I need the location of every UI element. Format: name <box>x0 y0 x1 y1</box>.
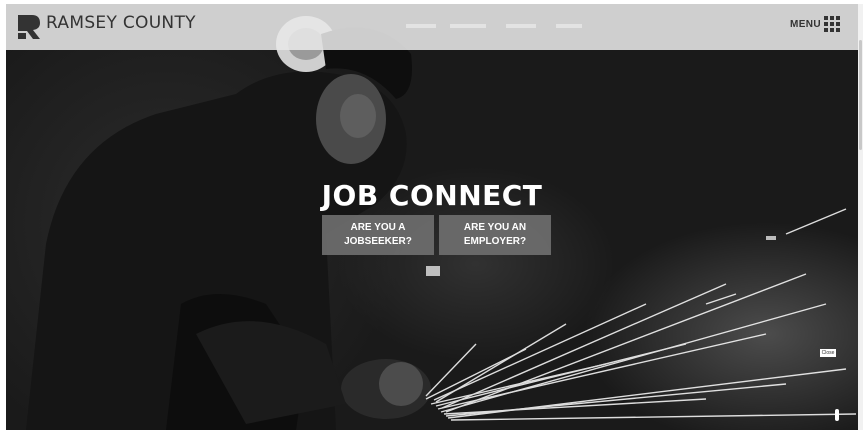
jobseeker-button[interactable]: ARE YOU A JOBSEEKER? <box>322 215 434 255</box>
jobseeker-button-line2: JOBSEEKER? <box>344 236 412 247</box>
employer-button-line1: ARE YOU AN <box>463 222 527 233</box>
page-viewport: RAMSEY COUNTY MENU JOB CONNECT ARE YOU A… <box>6 4 858 430</box>
brand-name[interactable]: RAMSEY COUNTY <box>46 13 196 33</box>
jobseeker-button-line1: ARE YOU A <box>350 222 406 233</box>
site-header: RAMSEY COUNTY MENU <box>6 4 858 50</box>
grid-menu-icon[interactable] <box>824 16 842 34</box>
employer-button[interactable]: ARE YOU AN EMPLOYER? <box>439 215 551 255</box>
scrollbar-thumb[interactable] <box>859 40 862 150</box>
ramsey-r-logo-icon[interactable] <box>18 15 40 39</box>
menu-label[interactable]: MENU <box>790 19 821 30</box>
close-button[interactable]: Close <box>820 349 836 357</box>
employer-button-line2: EMPLOYER? <box>463 236 527 247</box>
scroll-indicator[interactable] <box>835 409 839 421</box>
page-title: JOB CONNECT <box>321 179 543 212</box>
